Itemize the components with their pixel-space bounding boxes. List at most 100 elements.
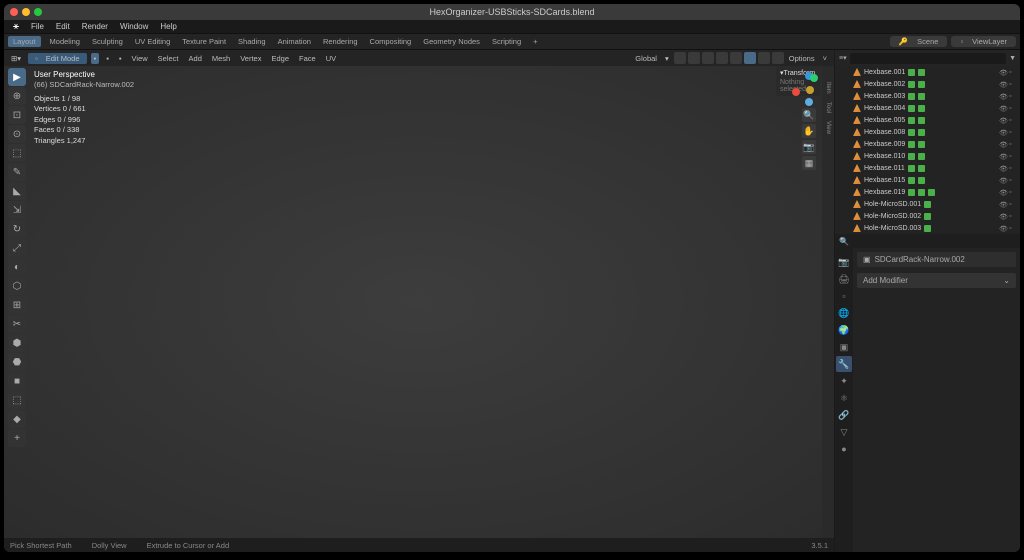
visibility-icon[interactable]: 👁 [999,93,1006,100]
shading-wireframe[interactable] [730,52,742,64]
viewlayer-selector[interactable]: ▫ViewLayer [951,36,1016,47]
visibility-icon[interactable]: 👁 [999,105,1006,112]
menu-add[interactable]: Add [186,54,205,63]
xray-toggle[interactable] [716,52,728,64]
npanel-item[interactable]: Item [825,80,831,96]
menu-mesh[interactable]: Mesh [209,54,233,63]
menu-face[interactable]: Face [296,54,319,63]
tool-18[interactable]: ◆ [8,410,26,428]
workspace-sculpting[interactable]: Sculpting [89,37,126,46]
workspace-layout[interactable]: Layout [8,36,41,47]
visibility-icon[interactable]: 👁 [999,141,1006,148]
workspace-rendering[interactable]: Rendering [320,37,361,46]
menu-edge[interactable]: Edge [268,54,292,63]
tool-15[interactable]: ⬣ [8,353,26,371]
outliner-item[interactable]: Hexbase.010👁▫ [835,150,1020,162]
ptab-world[interactable]: 🌍 [836,322,852,338]
outliner[interactable]: Hexbase.001👁▫Hexbase.002👁▫Hexbase.003👁▫H… [835,66,1020,234]
ptab-material[interactable]: ● [836,441,852,457]
close-window-button[interactable] [10,8,18,16]
outliner-search[interactable] [850,53,1006,64]
disable-icon[interactable]: ▫ [1009,129,1016,136]
ptab-mesh[interactable]: ▽ [836,424,852,440]
tool-5[interactable]: ✎ [8,163,26,181]
shading-solid[interactable] [744,52,756,64]
visibility-icon[interactable]: 👁 [999,189,1006,196]
tool-8[interactable]: ↻ [8,220,26,238]
viewport-3d[interactable]: ▶⊕⊡⊙⬚✎◣⇲↻⤢◐⬡⊞✂⬢⬣■⬚◆+ User Perspective (6… [4,66,834,538]
outliner-filter-icon[interactable]: ▼ [1009,55,1016,62]
axis-x-icon[interactable] [792,88,800,96]
tool-1[interactable]: ⊕ [8,87,26,105]
ptab-physics[interactable]: ⚛ [836,390,852,406]
tool-17[interactable]: ⬚ [8,391,26,409]
workspace-geonodes[interactable]: Geometry Nodes [420,37,483,46]
shading-rendered[interactable] [772,52,784,64]
disable-icon[interactable]: ▫ [1009,105,1016,112]
disable-icon[interactable]: ▫ [1009,201,1016,208]
minimize-window-button[interactable] [22,8,30,16]
visibility-icon[interactable]: 👁 [999,129,1006,136]
menu-vertex[interactable]: Vertex [237,54,264,63]
workspace-compositing[interactable]: Compositing [367,37,415,46]
outliner-item[interactable]: Hole-MicroSD.001👁▫ [835,198,1020,210]
menu-window[interactable]: Window [115,22,153,31]
tool-12[interactable]: ⊞ [8,296,26,314]
outliner-item[interactable]: Hexbase.009👁▫ [835,138,1020,150]
visibility-icon[interactable]: 👁 [999,81,1006,88]
visibility-icon[interactable]: 👁 [999,165,1006,172]
menu-help[interactable]: Help [155,22,181,31]
tool-0[interactable]: ▶ [8,68,26,86]
tool-4[interactable]: ⬚ [8,144,26,162]
npanel-tool[interactable]: Tool [825,100,831,115]
mode-selector[interactable]: ▫Edit Mode [28,53,86,64]
navigation-gizmo[interactable] [792,72,826,106]
tool-9[interactable]: ⤢ [8,239,26,257]
add-modifier-button[interactable]: Add Modifier⌄ [857,273,1016,288]
visibility-icon[interactable]: 👁 [999,225,1006,232]
menu-file[interactable]: File [26,22,49,31]
ptab-object[interactable]: ▣ [836,339,852,355]
visibility-icon[interactable]: 👁 [999,153,1006,160]
workspace-shading[interactable]: Shading [235,37,269,46]
tool-16[interactable]: ■ [8,372,26,390]
tool-7[interactable]: ⇲ [8,201,26,219]
maximize-window-button[interactable] [34,8,42,16]
visibility-icon[interactable]: 👁 [999,177,1006,184]
workspace-animation[interactable]: Animation [275,37,314,46]
props-breadcrumb[interactable]: ▣ SDCardRack-Narrow.002 [857,252,1016,267]
overlay-toggle[interactable] [702,52,714,64]
zoom-icon[interactable]: 🔍 [802,108,816,122]
disable-icon[interactable]: ▫ [1009,81,1016,88]
visibility-icon[interactable]: 👁 [999,69,1006,76]
tool-14[interactable]: ⬢ [8,334,26,352]
orientation-selector[interactable]: Global [632,54,660,63]
tool-10[interactable]: ◐ [8,258,26,276]
visibility-icon[interactable]: 👁 [999,201,1006,208]
disable-icon[interactable]: ▫ [1009,153,1016,160]
ptab-scene[interactable]: 🌐 [836,305,852,321]
workspace-scripting[interactable]: Scripting [489,37,524,46]
workspace-uv[interactable]: UV Editing [132,37,173,46]
disable-icon[interactable]: ▫ [1009,213,1016,220]
pan-icon[interactable]: ✋ [802,124,816,138]
perspective-icon[interactable]: ▦ [802,156,816,170]
camera-icon[interactable]: 📷 [802,140,816,154]
ptab-viewlayer[interactable]: ▫ [836,288,852,304]
disable-icon[interactable]: ▫ [1009,165,1016,172]
outliner-item[interactable]: Hexbase.004👁▫ [835,102,1020,114]
menu-view[interactable]: View [129,54,151,63]
workspace-modeling[interactable]: Modeling [47,37,83,46]
tool-3[interactable]: ⊙ [8,125,26,143]
ptab-render[interactable]: 📷 [836,254,852,270]
shading-material[interactable] [758,52,770,64]
outliner-item[interactable]: Hexbase.003👁▫ [835,90,1020,102]
workspace-texpaint[interactable]: Texture Paint [179,37,229,46]
visibility-icon[interactable]: 👁 [999,117,1006,124]
axis-neg-icon[interactable] [806,86,814,94]
ptab-output[interactable]: 🖨 [836,271,852,287]
outliner-item[interactable]: Hexbase.002👁▫ [835,78,1020,90]
disable-icon[interactable]: ▫ [1009,225,1016,232]
outliner-item[interactable]: Hole-MicroSD.002👁▫ [835,210,1020,222]
axis-y-icon[interactable] [810,74,818,82]
